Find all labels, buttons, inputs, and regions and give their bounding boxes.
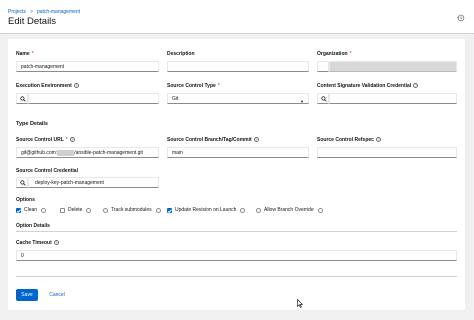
- page-header: Projects > patch-management Edit Details: [0, 0, 474, 34]
- help-icon[interactable]: [240, 207, 246, 213]
- help-icon: ?: [375, 137, 381, 143]
- help-icon: ?: [73, 83, 79, 89]
- help-icon: ?: [253, 137, 259, 143]
- scm-refspec-label: Source Control Refspec?: [317, 137, 381, 143]
- option-details-heading: Option Details: [16, 223, 50, 229]
- search-icon: [321, 96, 327, 102]
- execution-environment-search-button[interactable]: [16, 93, 28, 104]
- cache-timeout-input[interactable]: 0: [16, 250, 457, 261]
- help-icon[interactable]: [103, 207, 108, 213]
- help-icon[interactable]: [317, 207, 323, 213]
- update-on-launch-checkbox[interactable]: Update Revision on Launch: [167, 207, 246, 213]
- cancel-button[interactable]: Cancel: [44, 289, 70, 301]
- redacted-owner: [57, 149, 75, 156]
- allow-override-checkbox[interactable]: Allow Branch Override: [256, 207, 323, 213]
- breadcrumb-projects-link[interactable]: Projects: [8, 9, 26, 15]
- type-details-heading: Type Details: [16, 121, 48, 127]
- checkbox-checked[interactable]: [16, 207, 21, 213]
- search-icon: [20, 180, 26, 186]
- scm-branch-label: Source Control Branch/Tag/Commit?: [167, 137, 259, 143]
- form-footer-divider: [16, 276, 457, 277]
- checkbox-unchecked[interactable]: [60, 207, 65, 213]
- clean-checkbox[interactable]: Clean: [16, 207, 47, 213]
- scm-url-input[interactable]: git@github.com: /ansible-patch-management…: [16, 147, 159, 158]
- edit-form: Name * patch-management Description Organ…: [8, 39, 465, 310]
- execution-environment-label: Execution Environment?: [16, 83, 79, 89]
- scm-credential-input[interactable]: deploy-key-patch-management: [28, 177, 159, 188]
- help-icon[interactable]: [155, 207, 161, 213]
- search-icon: [20, 96, 26, 102]
- options-label: Options: [16, 197, 35, 203]
- organization-search-button[interactable]: [317, 61, 329, 72]
- scm-url-prefix: git@github.com:: [21, 150, 58, 156]
- help-icon: ?: [53, 240, 59, 246]
- help-icon[interactable]: [41, 207, 47, 213]
- execution-environment-input[interactable]: [28, 93, 159, 104]
- save-button[interactable]: Save: [16, 289, 38, 301]
- mouse-cursor-icon: [297, 299, 303, 308]
- track-submodules-checkbox[interactable]: Track submodules: [103, 207, 161, 213]
- content-signature-label: Content Signature Validation Credential?: [317, 83, 419, 89]
- name-input[interactable]: patch-management: [16, 61, 159, 72]
- organization-label: Organization *: [317, 51, 352, 57]
- help-icon: ?: [69, 137, 75, 143]
- scm-credential-search-button[interactable]: [16, 177, 28, 188]
- source-control-type-value: Git: [172, 96, 179, 102]
- breadcrumb: Projects > patch-management: [8, 9, 80, 15]
- page-title: Edit Details: [8, 16, 57, 27]
- content-signature-search-button[interactable]: [317, 93, 329, 104]
- help-icon[interactable]: [256, 207, 261, 213]
- scm-refspec-input[interactable]: [317, 147, 457, 158]
- scm-url-label: Source Control URL *?: [16, 137, 75, 143]
- history-icon[interactable]: [457, 14, 465, 22]
- breadcrumb-separator: >: [30, 9, 33, 15]
- checkbox-checked[interactable]: [167, 207, 172, 213]
- scm-credential-label: Source Control Credential: [16, 168, 78, 174]
- cache-timeout-label: Cache Timeout?: [16, 240, 59, 246]
- content-signature-input[interactable]: [329, 93, 457, 104]
- organization-input[interactable]: [329, 61, 457, 72]
- description-input[interactable]: [167, 61, 309, 72]
- help-icon[interactable]: [86, 207, 92, 213]
- description-label: Description: [167, 51, 195, 57]
- caret-down-icon: ▼: [300, 99, 304, 104]
- delete-checkbox[interactable]: Delete: [60, 207, 92, 213]
- name-label: Name *: [16, 51, 34, 57]
- source-control-type-select[interactable]: Git ▼: [167, 93, 309, 104]
- divider: [16, 231, 457, 232]
- help-icon: ?: [413, 83, 419, 89]
- source-control-type-label: Source Control Type *: [167, 83, 220, 89]
- scm-branch-input[interactable]: main: [167, 147, 309, 158]
- scm-url-suffix: /ansible-patch-management.git: [74, 150, 143, 156]
- breadcrumb-current[interactable]: patch-management: [37, 9, 80, 15]
